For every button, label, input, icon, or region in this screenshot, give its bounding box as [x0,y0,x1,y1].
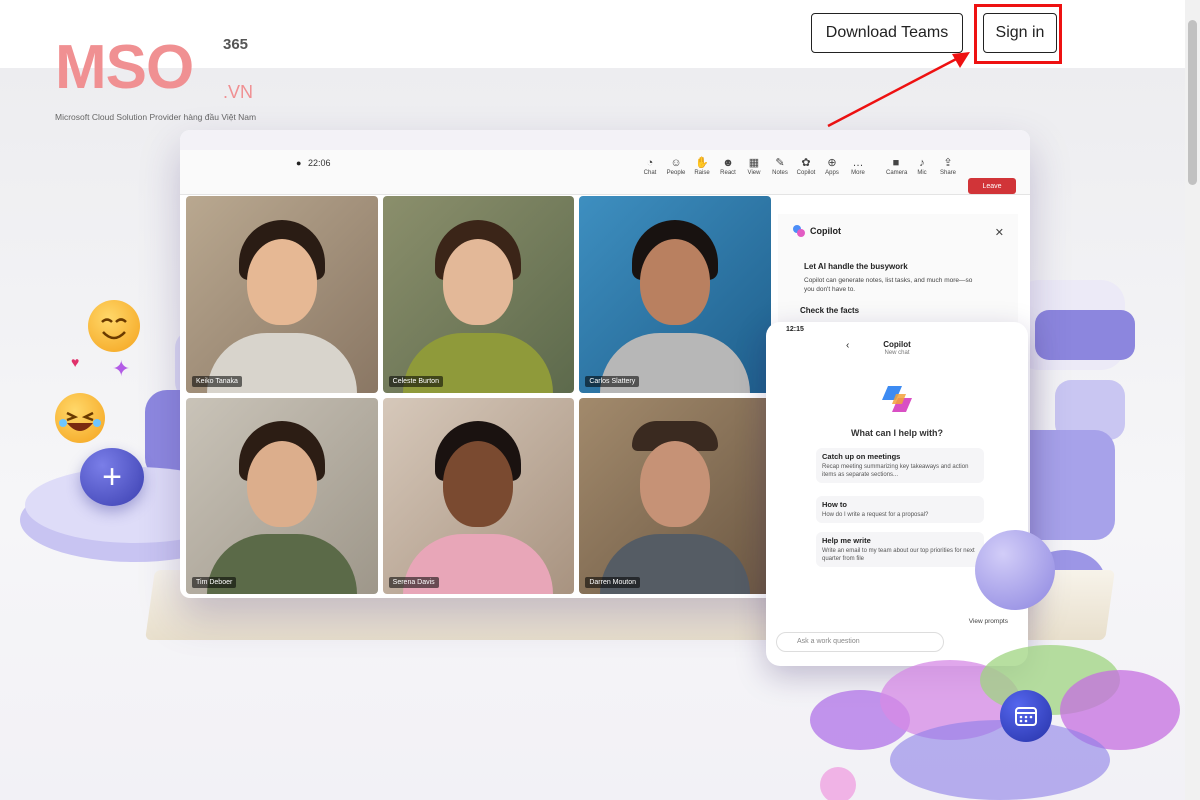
page-scrollbar[interactable] [1185,0,1200,800]
copilot-body: Copilot can generate notes, list tasks, … [804,277,973,293]
copilot-heading: Let AI handle the busywork [804,262,908,271]
prompt-card-title: Help me write [822,536,871,545]
video-tile: Darren Mouton [579,397,771,594]
toolbar-chat[interactable]: ◔ Chat [640,156,660,176]
phone-subtitle: New chat [884,350,910,356]
party-icon: ✦ [112,356,131,381]
phone-prompt-question: What can I help with? [851,428,943,438]
logo-superscript: 365 [223,36,249,53]
logo-mark: MSO [55,33,194,102]
phone-title: Copilot [883,340,911,349]
prompt-card-title: Catch up on meetings [822,452,901,461]
video-tile: Carlos Slattery [579,196,771,393]
toolbar-more[interactable]: … More [848,156,868,176]
copilot-heading-2: Check the facts [800,306,860,315]
prompt-card-title: How to [822,500,847,509]
toolbar-share[interactable]: ⇪ Share [938,156,958,176]
close-icon[interactable]: ✕ [995,226,1004,239]
participant-name: Darren Mouton [585,577,641,588]
toolbar-apps[interactable]: ⊕ Apps [822,156,842,176]
participant-name: Keiko Tanaka [192,375,242,387]
record-icon: ● [296,158,302,168]
toolbar-notes[interactable]: ✎ Notes [770,156,790,176]
annotation-arrow-icon [827,52,970,128]
decorative-ball [975,530,1055,610]
copilot-panel-title: Copilot [810,226,841,236]
toolbar-view[interactable]: ▦ View [744,156,764,176]
scrollbar-thumb[interactable] [1188,20,1197,185]
video-tile: Tim Deboer [186,397,378,594]
toolbar-camera[interactable]: ■ Camera [886,156,907,176]
logo-tagline: Microsoft Cloud Solution Provider hàng đ… [55,112,257,122]
window-titlebar [180,130,1030,150]
meeting-toolbar: ● 22:06 ◔ Chat ☺ People ✋ Raise ☻ React ▦ Vie… [180,150,1030,195]
prompt-card-body: Write an email to my team about our top … [822,548,975,562]
participant-name: Celeste Burton [388,375,443,387]
video-grid: Keiko Tanaka Celeste Burton Carlos Slatt… [186,196,771,594]
calendar-icon [1000,690,1052,742]
view-prompts-link[interactable]: View prompts [969,618,1008,625]
laugh-emoji-icon [55,393,105,443]
toolbar-react[interactable]: ☻ React [718,156,738,176]
prompt-card[interactable]: Help me write Write an email to my team … [816,532,984,567]
meeting-timer: 22:06 [308,158,331,168]
prompt-card-body: Recap meeting summarizing key takeaways … [822,464,969,478]
phone-time: 12:15 [786,326,804,333]
prompt-card[interactable]: Catch up on meetings Recap meeting summa… [816,448,984,483]
toolbar-people[interactable]: ☺ People [666,156,686,176]
plus-icon: + [80,448,144,506]
video-tile: Celeste Burton [382,196,575,393]
participant-name: Carlos Slattery [585,375,640,387]
prompt-card-body: How do I write a request for a proposal? [822,512,929,518]
page: MSO 365 .VN Microsoft Cloud Solution Pro… [0,0,1200,800]
toolbar-icons: ◔ Chat ☺ People ✋ Raise ☻ React ▦ View ✎ Notes… [640,156,958,176]
copilot-logo-icon [882,386,912,412]
video-tile: Serena Davis [382,397,575,594]
video-tile: Keiko Tanaka [186,196,378,393]
copilot-icon [793,225,805,237]
copilot-phone: 12:15 ‹ Copilot New chat What can I help… [766,322,1028,666]
mso-logo[interactable]: MSO 365 .VN Microsoft Cloud Solution Pro… [55,33,256,123]
logo-suffix: .VN [223,82,254,102]
toolbar-copilot[interactable]: ✿ Copilot [796,156,816,176]
smile-emoji-icon [88,300,140,352]
signin-button[interactable]: Sign in [983,13,1057,53]
heart-icon: ♥ [71,354,80,370]
decorative-flowers [810,645,1180,800]
prompt-card[interactable]: How to How do I write a request for a pr… [816,496,984,523]
participant-name: Tim Deboer [192,577,237,588]
participant-name: Serena Davis [388,577,439,588]
toolbar-mic[interactable]: ♪ Mic [912,156,932,176]
leave-button[interactable]: Leave [968,178,1016,194]
toolbar-raise[interactable]: ✋ Raise [692,156,712,176]
